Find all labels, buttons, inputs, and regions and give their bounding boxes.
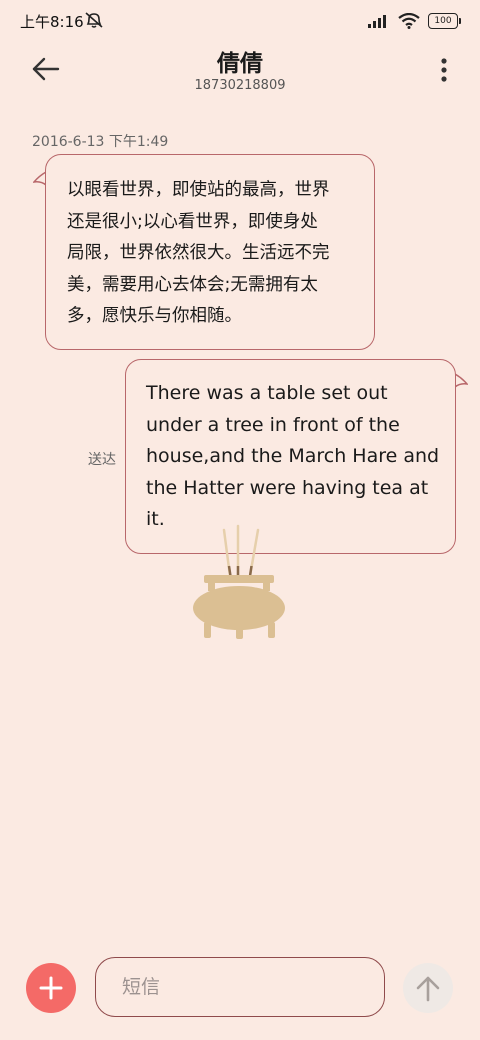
message-line: 美，需要用心去体会;无需拥有太 (67, 274, 318, 295)
message-line: There was a table set out (146, 382, 388, 404)
status-time: 上午8:16 (20, 13, 84, 31)
status-icons: 100 (368, 12, 461, 30)
message-timestamp: 2016-6-13 下午1:49 (32, 134, 169, 150)
message-line: 还是很小;以心看世界，即使身处 (67, 211, 318, 232)
message-line: 以眼看世界，即使站的最高，世界 (67, 180, 330, 200)
contact-number: 18730218809 (194, 78, 286, 93)
add-attachment-button[interactable] (26, 963, 76, 1013)
more-vertical-icon[interactable] (438, 56, 450, 84)
mute-icon (85, 12, 103, 28)
plus-icon (39, 976, 63, 1000)
message-bubble-outgoing[interactable]: There was a table set out under a tree i… (125, 359, 456, 554)
message-line: under a tree in front of the (146, 413, 400, 436)
battery-icon: 100 (428, 13, 461, 29)
message-input[interactable] (95, 957, 385, 1017)
send-arrow-icon (416, 976, 440, 1002)
bubble-tail-outgoing (454, 373, 468, 388)
incense-burner-icon (193, 524, 285, 639)
message-line: 多，愿快乐与你相随。 (67, 306, 242, 326)
delivery-status: 送达 (88, 452, 116, 468)
message-line: 局限，世界依然很大。生活远不完 (67, 243, 330, 263)
message-line: the Hatter were having tea at (146, 476, 429, 499)
contact-name[interactable]: 倩倩 (0, 44, 480, 78)
signal-icon (368, 15, 386, 28)
message-bubble-incoming[interactable]: 以眼看世界，即使站的最高，世界 还是很小;以心看世界，即使身处 局限，世界依然很… (45, 154, 375, 350)
conversation-header: 倩倩 18730218809 (0, 40, 480, 100)
status-bar: 上午8:16 100 (0, 0, 480, 40)
send-button[interactable] (403, 963, 453, 1013)
wifi-icon (398, 13, 420, 29)
message-line: house,and the March Hare and (146, 445, 440, 467)
